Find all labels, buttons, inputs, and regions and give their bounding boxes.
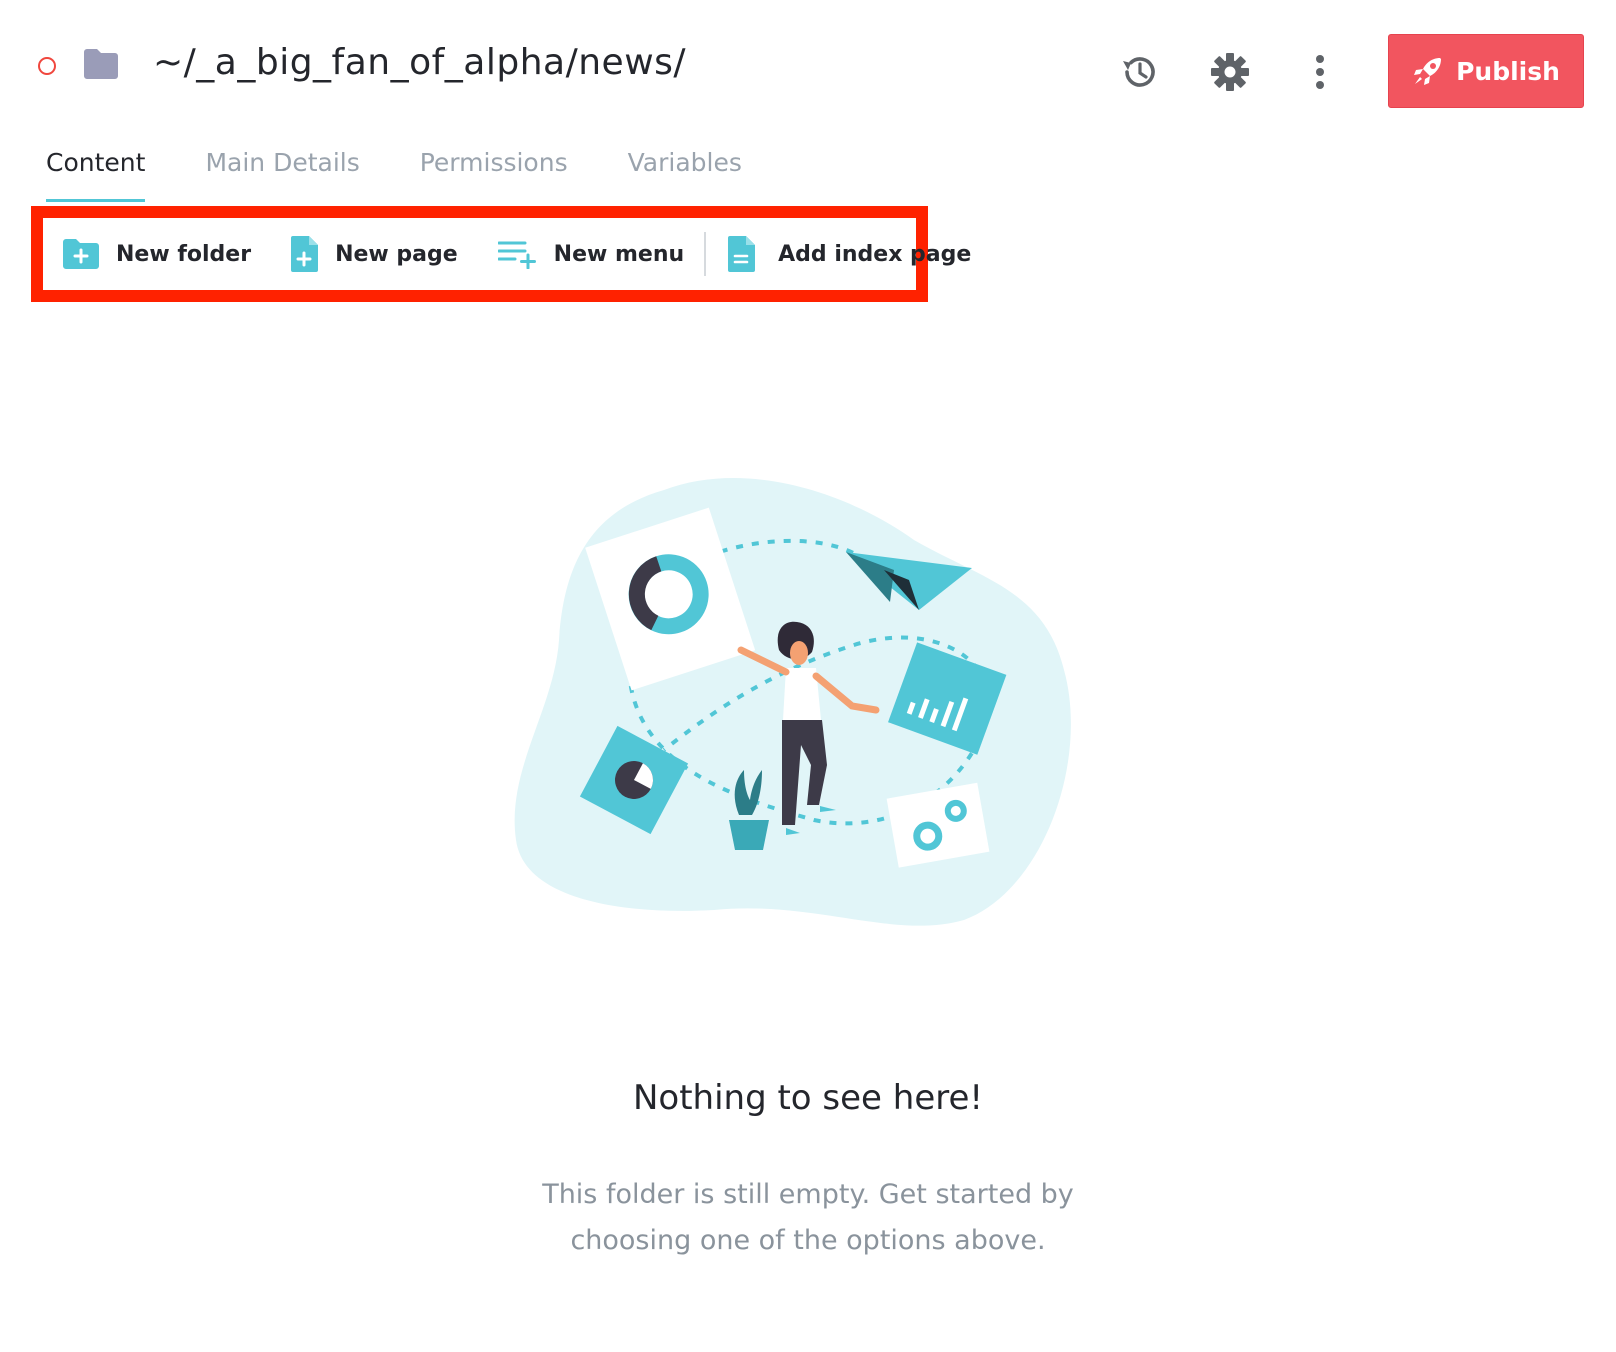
settings-button[interactable]: [1206, 48, 1254, 96]
tab-main-details[interactable]: Main Details: [205, 140, 359, 202]
new-folder-label: New folder: [116, 241, 252, 267]
tab-variables[interactable]: Variables: [628, 140, 742, 202]
gear-icon: [1211, 53, 1249, 91]
tab-bar: Content Main Details Permissions Variabl…: [46, 140, 742, 202]
history-icon: [1123, 57, 1155, 87]
tab-permissions[interactable]: Permissions: [420, 140, 568, 202]
folder-icon: [84, 49, 118, 79]
folder-path-title: ~/_a_big_fan_of_alpha/news/: [153, 42, 687, 83]
add-index-page-button[interactable]: Add index page: [726, 224, 971, 284]
new-page-label: New page: [335, 241, 458, 267]
add-index-page-label: Add index page: [778, 241, 972, 267]
content-toolbar: New folder New page New menu Add index p…: [50, 224, 971, 284]
toolbar-divider: [704, 232, 707, 276]
rocket-icon: [1414, 58, 1442, 85]
more-options-button[interactable]: [1296, 48, 1344, 96]
history-button[interactable]: [1116, 48, 1164, 96]
empty-state-illustration: [514, 478, 1071, 926]
tab-content[interactable]: Content: [46, 140, 146, 202]
new-menu-button[interactable]: New menu: [497, 224, 685, 284]
status-indicator-icon: [38, 57, 56, 75]
page-plus-icon: [291, 236, 319, 272]
folder-plus-icon: [63, 239, 99, 269]
new-folder-button[interactable]: New folder: [62, 224, 251, 284]
publish-label: Publish: [1456, 56, 1560, 86]
empty-state-title: Nothing to see here!: [632, 1078, 984, 1118]
publish-button[interactable]: Publish: [1388, 34, 1584, 108]
header: ~/_a_big_fan_of_alpha/news/ Publish: [0, 0, 1616, 130]
new-page-button[interactable]: New page: [289, 224, 458, 284]
new-menu-label: New menu: [553, 241, 685, 267]
more-vertical-icon: [1316, 55, 1324, 89]
empty-state-description: This folder is still empty. Get started …: [542, 1179, 1074, 1256]
document-icon: [728, 236, 756, 272]
menu-plus-icon: [497, 241, 536, 269]
